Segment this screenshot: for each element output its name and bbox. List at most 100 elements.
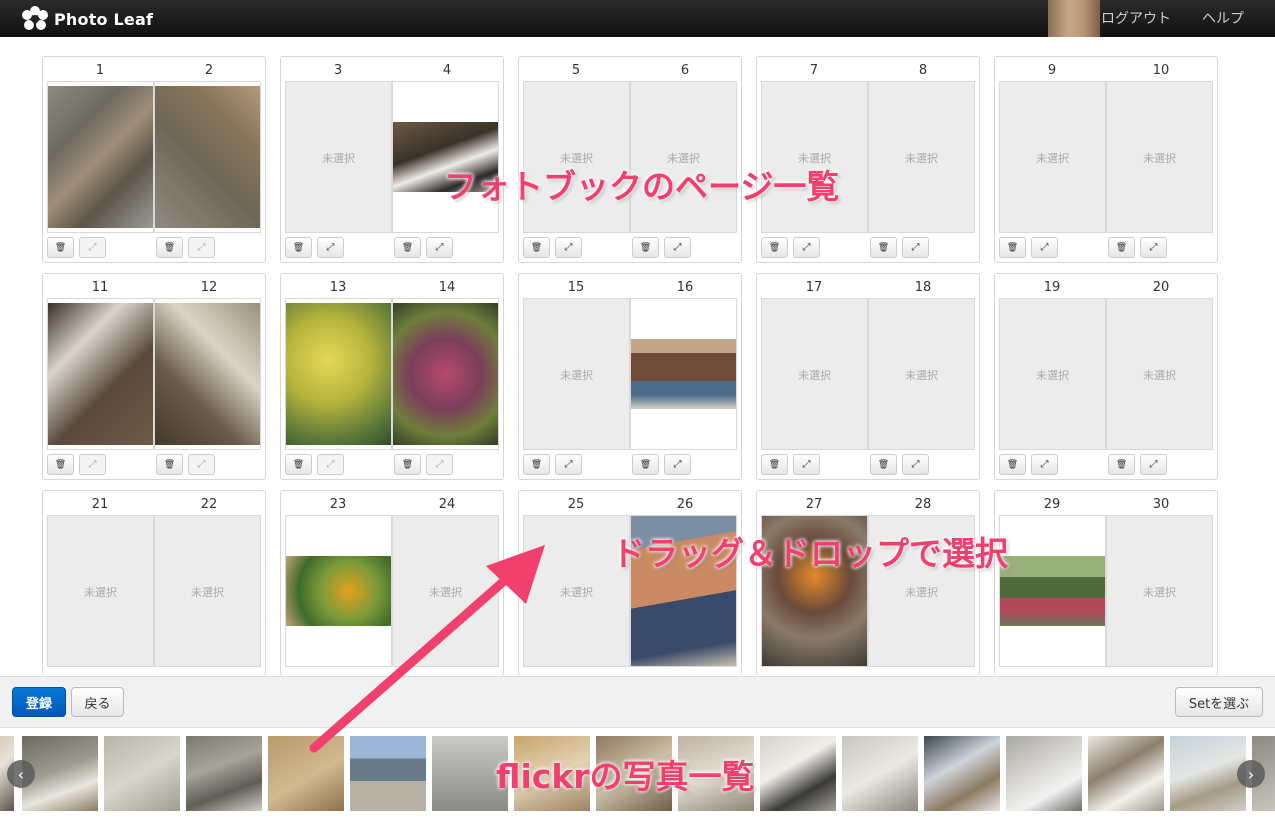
page-photo[interactable] — [393, 303, 498, 445]
trash-icon[interactable]: 🗑 — [156, 454, 183, 475]
expand-icon[interactable]: ⤢ — [555, 454, 582, 475]
page-slot-left[interactable]: 未選択 — [523, 298, 630, 450]
expand-icon[interactable]: ⤢ — [79, 454, 106, 475]
flickr-thumb[interactable] — [760, 736, 836, 811]
expand-icon[interactable]: ⤢ — [1140, 237, 1167, 258]
trash-icon[interactable]: 🗑 — [999, 454, 1026, 475]
trash-icon[interactable]: 🗑 — [632, 237, 659, 258]
page-slot-right[interactable] — [154, 81, 261, 233]
page-slot-left[interactable]: 未選択 — [999, 298, 1106, 450]
flickr-thumb[interactable] — [1006, 736, 1082, 811]
expand-icon[interactable]: ⤢ — [317, 237, 344, 258]
page-number: 11 — [91, 280, 109, 295]
trash-icon[interactable]: 🗑 — [632, 454, 659, 475]
trash-icon[interactable]: 🗑 — [47, 454, 74, 475]
expand-icon[interactable]: ⤢ — [664, 454, 691, 475]
app-logo[interactable]: Photo Leaf — [20, 4, 153, 34]
trash-icon[interactable]: 🗑 — [999, 237, 1026, 258]
trash-icon[interactable]: 🗑 — [761, 454, 788, 475]
page-photo[interactable] — [1000, 556, 1105, 626]
page-number: 3 — [333, 63, 343, 78]
trash-icon[interactable]: 🗑 — [870, 237, 897, 258]
page-slot-left[interactable]: 未選択 — [999, 81, 1106, 233]
trash-icon[interactable]: 🗑 — [285, 237, 312, 258]
choose-set-button[interactable]: Setを選ぶ — [1175, 687, 1263, 717]
spread-card: 29 30 未選択 — [994, 490, 1218, 676]
trash-icon[interactable]: 🗑 — [1108, 454, 1135, 475]
page-slot-left[interactable] — [47, 298, 154, 450]
page-slot-right[interactable] — [154, 298, 261, 450]
trash-icon[interactable]: 🗑 — [394, 237, 421, 258]
page-number: 14 — [438, 280, 456, 295]
page-slot-left[interactable]: 未選択 — [761, 81, 868, 233]
expand-icon[interactable]: ⤢ — [664, 237, 691, 258]
expand-icon[interactable]: ⤢ — [1031, 237, 1058, 258]
page-slot-left[interactable]: 未選択 — [285, 81, 392, 233]
expand-icon[interactable]: ⤢ — [188, 454, 215, 475]
expand-icon[interactable]: ⤢ — [1031, 454, 1058, 475]
back-button[interactable]: 戻る — [71, 687, 124, 717]
page-slot-right[interactable]: 未選択 — [1106, 298, 1213, 450]
page-slot-right[interactable]: 未選択 — [154, 515, 261, 667]
page-photo[interactable] — [286, 303, 391, 445]
chevron-right-icon[interactable]: › — [1237, 760, 1265, 788]
expand-icon[interactable]: ⤢ — [793, 454, 820, 475]
logout-link[interactable]: ログアウト — [1101, 8, 1171, 28]
register-button[interactable]: 登録 — [12, 687, 66, 717]
page-photo[interactable] — [155, 86, 260, 228]
page-slot-left[interactable] — [285, 298, 392, 450]
flickr-thumb[interactable] — [1088, 736, 1164, 811]
flickr-thumb[interactable] — [1170, 736, 1246, 811]
flickr-thumb[interactable] — [924, 736, 1000, 811]
trash-icon[interactable]: 🗑 — [47, 237, 74, 258]
expand-icon[interactable]: ⤢ — [1140, 454, 1167, 475]
expand-icon[interactable]: ⤢ — [902, 237, 929, 258]
empty-slot-label: 未選択 — [84, 586, 117, 599]
empty-slot-label: 未選択 — [1036, 369, 1069, 382]
spread-card: 13 🗑 ⤢ 14 🗑 ⤢ — [280, 273, 504, 480]
trash-icon[interactable]: 🗑 — [394, 454, 421, 475]
expand-icon[interactable]: ⤢ — [902, 454, 929, 475]
expand-icon[interactable]: ⤢ — [793, 237, 820, 258]
page-photo[interactable] — [631, 339, 736, 409]
flickr-thumb[interactable] — [104, 736, 180, 811]
expand-icon[interactable]: ⤢ — [426, 454, 453, 475]
page-slot-left[interactable]: 未選択 — [761, 298, 868, 450]
page-photo[interactable] — [48, 86, 153, 228]
page-slot-right[interactable] — [392, 81, 499, 233]
page-slot-left[interactable] — [47, 81, 154, 233]
chevron-left-icon[interactable]: ‹ — [7, 760, 35, 788]
trash-icon[interactable]: 🗑 — [761, 237, 788, 258]
page-slot-left[interactable] — [999, 515, 1106, 667]
expand-icon[interactable]: ⤢ — [188, 237, 215, 258]
page-photo[interactable] — [155, 303, 260, 445]
page-slot-right[interactable]: 未選択 — [868, 81, 975, 233]
page-photo[interactable] — [48, 303, 153, 445]
page-slot-right[interactable]: 未選択 — [1106, 81, 1213, 233]
expand-icon[interactable]: ⤢ — [555, 237, 582, 258]
page-slot-right[interactable] — [630, 298, 737, 450]
expand-icon[interactable]: ⤢ — [426, 237, 453, 258]
flickr-thumb[interactable] — [842, 736, 918, 811]
trash-icon[interactable]: 🗑 — [870, 454, 897, 475]
page-number: 2 — [204, 63, 214, 78]
trash-icon[interactable]: 🗑 — [523, 454, 550, 475]
page-slot-left[interactable]: 未選択 — [47, 515, 154, 667]
page-slot-left[interactable]: 未選択 — [523, 81, 630, 233]
help-link[interactable]: ヘルプ — [1202, 8, 1244, 28]
trash-icon[interactable]: 🗑 — [156, 237, 183, 258]
page-number: 25 — [567, 497, 585, 512]
trash-icon[interactable]: 🗑 — [1108, 237, 1135, 258]
page-number: 20 — [1152, 280, 1170, 295]
page-slot-right[interactable]: 未選択 — [630, 81, 737, 233]
expand-icon[interactable]: ⤢ — [317, 454, 344, 475]
page-slot-right[interactable]: 未選択 — [1106, 515, 1213, 667]
trash-icon[interactable]: 🗑 — [523, 237, 550, 258]
page-slot-right[interactable] — [392, 298, 499, 450]
avatar[interactable] — [1048, 0, 1100, 37]
page-slot-right[interactable]: 未選択 — [868, 298, 975, 450]
flickr-thumb[interactable] — [186, 736, 262, 811]
trash-icon[interactable]: 🗑 — [285, 454, 312, 475]
empty-slot-label: 未選択 — [905, 586, 938, 599]
expand-icon[interactable]: ⤢ — [79, 237, 106, 258]
